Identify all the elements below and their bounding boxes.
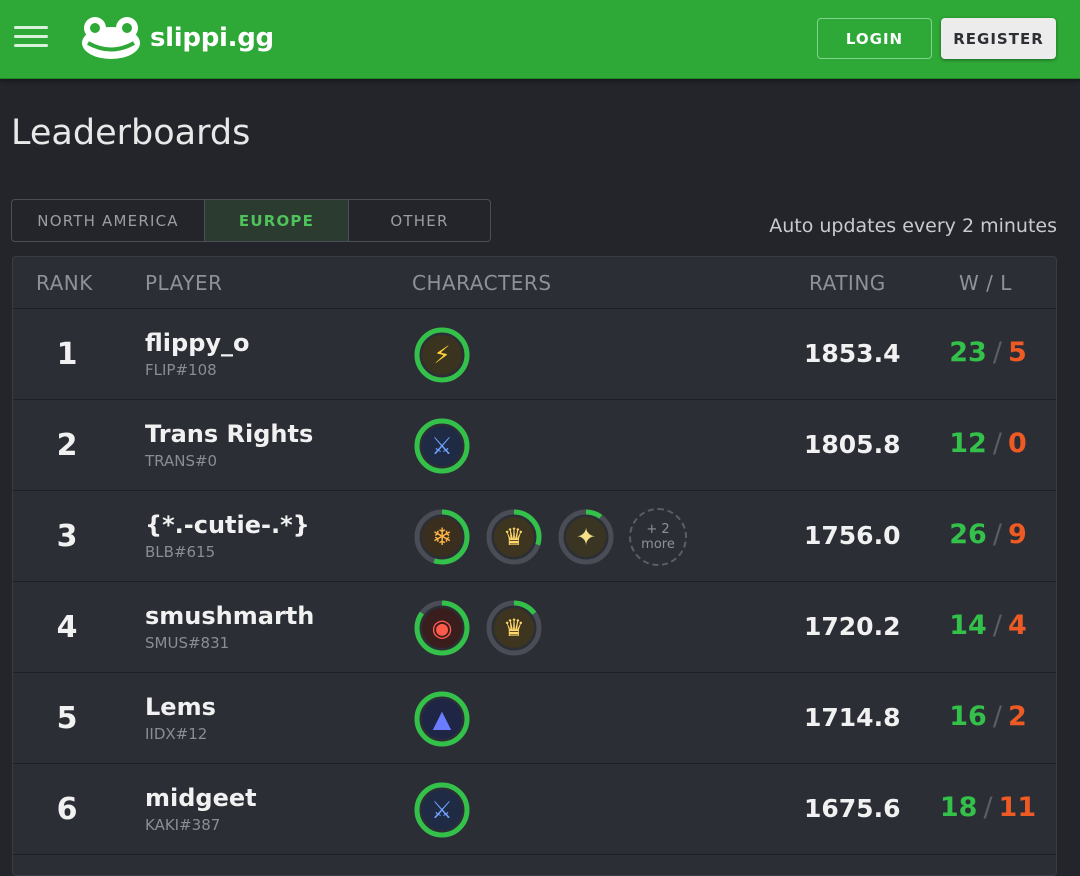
win-loss: 23/5 [938,337,1038,368]
peach-icon[interactable]: ♛ [485,599,543,657]
rank-number: 1 [56,337,78,372]
table-row[interactable]: 6 midgeet KAKI#387 ⚔ 1675.6 18/11 [13,764,1056,855]
wl-separator: / [992,701,1002,732]
losses: 5 [1007,337,1027,368]
wins: 18 [939,792,978,823]
table-row[interactable]: 5 Lems IIDX#12 ▲ 1714.8 16/2 [13,673,1056,764]
win-loss: 14/4 [938,610,1038,641]
character-list: ❄ ♛ ✦ + 2 more [413,508,687,566]
column-header-rating: RATING [809,271,886,295]
marth-icon[interactable]: ⚔ [413,781,471,839]
player-name[interactable]: Trans Rights [145,420,313,448]
rank-number: 5 [56,701,78,736]
wins: 26 [949,519,987,550]
auto-update-note: Auto updates every 2 minutes [769,215,1057,237]
win-loss: 12/0 [938,428,1038,459]
wins: 14 [949,610,987,641]
losses: 9 [1007,519,1027,550]
wl-separator: / [992,428,1002,459]
rating-value: 1805.8 [804,430,901,459]
losses: 2 [1007,701,1027,732]
rating-value: 1756.0 [804,521,901,550]
character-list: ⚡ [413,326,471,384]
player-tag: FLIP#108 [145,361,217,379]
player-tag: KAKI#387 [145,816,221,834]
rank-number: 3 [56,519,78,554]
player-name[interactable]: {*.-cutie-.*} [145,511,310,539]
wl-separator: / [983,792,993,823]
wins: 12 [949,428,987,459]
captain-falcon-icon[interactable]: ◉ [413,599,471,657]
more-characters-button[interactable]: + 2 more [629,508,687,566]
wl-separator: / [992,519,1002,550]
win-loss: 26/9 [938,519,1038,550]
rank-number: 6 [56,792,78,827]
wins: 23 [949,337,987,368]
site-logo[interactable]: slippi.gg [80,16,274,60]
rating-value: 1714.8 [804,703,901,732]
top-navbar: slippi.gg LOGIN REGISTER [0,0,1080,79]
tab-north-america[interactable]: NORTH AMERICA [12,200,205,241]
column-header-characters: CHARACTERS [412,271,552,295]
player-name[interactable]: flippy_o [145,329,250,357]
player-name[interactable]: Lems [145,693,216,721]
register-button[interactable]: REGISTER [941,18,1056,59]
ice-climbers-icon[interactable]: ❄ [413,508,471,566]
rank-number: 2 [56,428,78,463]
peach-icon[interactable]: ♛ [485,508,543,566]
region-tabs: NORTH AMERICA EUROPE OTHER [11,199,491,242]
win-loss: 16/2 [938,701,1038,732]
table-row[interactable]: 1 flippy_o FLIP#108 ⚡ 1853.4 23/5 [13,309,1056,400]
win-loss: 18/11 [938,792,1038,823]
leaderboard-table: RANK PLAYER CHARACTERS RATING W / L 1 fl… [12,256,1057,876]
rating-value: 1720.2 [804,612,901,641]
wins: 16 [949,701,987,732]
logo-text: slippi.gg [150,23,274,53]
login-button[interactable]: LOGIN [817,18,932,59]
player-tag: TRANS#0 [145,452,218,470]
column-header-rank: RANK [36,271,93,295]
rating-value: 1675.6 [804,794,901,823]
losses: 0 [1007,428,1027,459]
table-row[interactable]: 4 smushmarth SMUS#831 ◉ ♛ 1720.2 14/4 [13,582,1056,673]
character-list: ⚔ [413,781,471,839]
zelda-icon[interactable]: ✦ [557,508,615,566]
player-tag: SMUS#831 [145,634,230,652]
falco-icon[interactable]: ▲ [413,690,471,748]
character-list: ◉ ♛ [413,599,543,657]
character-list: ▲ [413,690,471,748]
frog-logo-icon [82,17,140,59]
player-tag: IIDX#12 [145,725,208,743]
losses: 11 [998,792,1037,823]
losses: 4 [1007,610,1027,641]
column-header-player: PLAYER [145,271,223,295]
table-row[interactable]: 2 Trans Rights TRANS#0 ⚔ 1805.8 12/0 [13,400,1056,491]
page-title: Leaderboards [11,113,251,153]
wl-separator: / [992,610,1002,641]
rating-value: 1853.4 [804,339,901,368]
tab-europe[interactable]: EUROPE [205,200,349,241]
table-header: RANK PLAYER CHARACTERS RATING W / L [13,257,1056,309]
player-name[interactable]: smushmarth [145,602,314,630]
player-name[interactable]: midgeet [145,784,257,812]
marth-icon[interactable]: ⚔ [413,417,471,475]
pikachu-icon[interactable]: ⚡ [413,326,471,384]
wl-separator: / [992,337,1002,368]
more-label: more [641,537,675,552]
table-row[interactable]: 3 {*.-cutie-.*} BLB#615 ❄ ♛ ✦ + 2 more 1… [13,491,1056,582]
more-count: + 2 [646,522,670,537]
rank-number: 4 [56,610,78,645]
tab-other[interactable]: OTHER [349,200,490,241]
player-tag: BLB#615 [145,543,216,561]
column-header-wl: W / L [959,271,1012,295]
hamburger-menu-icon[interactable] [14,26,48,52]
character-list: ⚔ [413,417,471,475]
